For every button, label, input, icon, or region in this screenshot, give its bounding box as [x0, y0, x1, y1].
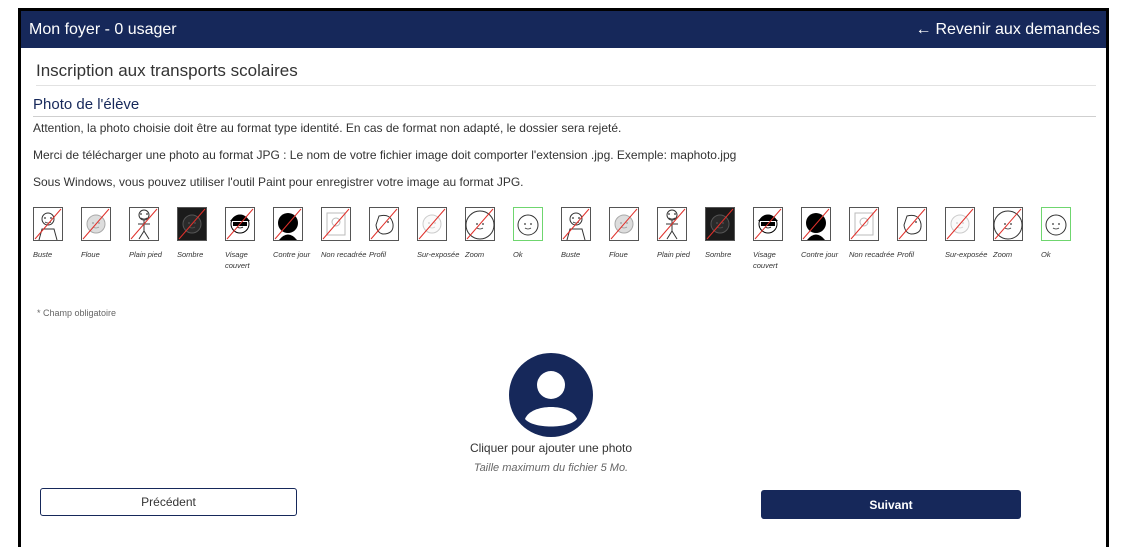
- photo-example-sombre-icon: [705, 207, 735, 241]
- photo-example-buste-icon: [561, 207, 591, 241]
- photo-example-couvert: Visage couvert: [225, 207, 273, 271]
- photo-example-label: Sombre: [705, 250, 732, 259]
- photo-example-plainpied-icon: [129, 207, 159, 241]
- photo-example-nonrecadree: Non recadrée: [849, 207, 897, 271]
- photo-example-label: Visage couvert: [753, 250, 778, 270]
- photo-example-surexposee-icon: [945, 207, 975, 241]
- section-title: Photo de l'élève: [33, 96, 1096, 117]
- photo-example-buste: Buste: [561, 207, 609, 271]
- jpg-instructions-text: Merci de télécharger une photo au format…: [33, 148, 737, 162]
- photo-example-contrejour-icon: [801, 207, 831, 241]
- photo-example-label: Plain pied: [657, 250, 690, 259]
- photo-example-plainpied-icon: [657, 207, 687, 241]
- photo-example-sombre: Sombre: [705, 207, 753, 271]
- photo-example-label: Ok: [513, 250, 523, 259]
- photo-example-surexposee-icon: [417, 207, 447, 241]
- upload-label: Cliquer pour ajouter une photo: [469, 441, 633, 455]
- photo-example-buste: Buste: [33, 207, 81, 271]
- photo-example-floue: Floue: [81, 207, 129, 271]
- photo-example-contrejour: Contre jour: [273, 207, 321, 271]
- arrow-left-icon: ←: [915, 20, 932, 38]
- photo-example-profil-icon: [897, 207, 927, 241]
- photo-example-floue-icon: [609, 207, 639, 241]
- photo-example-label: Ok: [1041, 250, 1051, 259]
- photo-example-label: Buste: [33, 250, 53, 259]
- photo-example-label: Sur-exposée: [417, 250, 460, 259]
- photo-example-profil: Profil: [369, 207, 417, 271]
- user-avatar-icon: [509, 353, 593, 437]
- upload-size-hint: Taille maximum du fichier 5 Mo.: [473, 462, 629, 474]
- photo-example-label: Zoom: [993, 250, 1013, 259]
- mandatory-note: * Champ obligatoire: [37, 308, 117, 318]
- photo-example-profil: Profil: [897, 207, 945, 271]
- photo-example-nonrecadree-icon: [321, 207, 351, 241]
- photo-example-label: Profil: [369, 250, 387, 259]
- previous-button[interactable]: Précédent: [40, 488, 297, 516]
- photo-example-surexposee: Sur-exposée: [417, 207, 465, 271]
- paint-tip-text: Sous Windows, vous pouvez utiliser l'out…: [33, 175, 524, 189]
- photo-example-label: Sombre: [177, 250, 204, 259]
- photo-example-ok-icon: [1041, 207, 1071, 241]
- photo-example-floue-icon: [81, 207, 111, 241]
- household-title: Mon foyer - 0 usager: [29, 20, 177, 38]
- photo-example-zoom-icon: [993, 207, 1023, 241]
- photo-example-label: Non recadrée: [849, 250, 895, 259]
- photo-example-zoom-icon: [465, 207, 495, 241]
- format-warning-text: Attention, la photo choisie doit être au…: [33, 121, 622, 135]
- photo-example-nonrecadree-icon: [849, 207, 879, 241]
- photo-example-zoom: Zoom: [465, 207, 513, 271]
- photo-example-plainpied: Plain pied: [129, 207, 177, 271]
- photo-example-label: Floue: [81, 250, 100, 259]
- photo-example-label: Contre jour: [273, 250, 311, 259]
- photo-example-surexposee: Sur-exposée: [945, 207, 993, 271]
- photo-upload-area[interactable]: Cliquer pour ajouter une photo Taille ma…: [451, 353, 651, 474]
- photo-example-label: Plain pied: [129, 250, 162, 259]
- app-frame: Mon foyer - 0 usager ← Revenir aux deman…: [18, 8, 1109, 547]
- photo-example-zoom: Zoom: [993, 207, 1041, 271]
- photo-example-ok-icon: [513, 207, 543, 241]
- photo-example-label: Sur-exposée: [945, 250, 988, 259]
- top-bar: Mon foyer - 0 usager ← Revenir aux deman…: [21, 11, 1106, 48]
- next-button[interactable]: Suivant: [761, 490, 1021, 519]
- photo-example-label: Floue: [609, 250, 628, 259]
- back-to-requests-link[interactable]: ← Revenir aux demandes: [915, 21, 1100, 39]
- photo-example-buste-icon: [33, 207, 63, 241]
- main-content: Inscription aux transports scolaires Pho…: [21, 61, 1106, 318]
- page-title: Inscription aux transports scolaires: [36, 61, 1096, 86]
- photo-example-profil-icon: [369, 207, 399, 241]
- photo-example-plainpied: Plain pied: [657, 207, 705, 271]
- back-label: Revenir aux demandes: [935, 20, 1100, 38]
- photo-examples-strip: Buste Floue Plain pied Sombre Visage couvert…: [33, 207, 1096, 271]
- photo-example-label: Profil: [897, 250, 915, 259]
- photo-example-sombre: Sombre: [177, 207, 225, 271]
- photo-example-contrejour: Contre jour: [801, 207, 849, 271]
- photo-example-ok: Ok: [1041, 207, 1089, 271]
- photo-example-contrejour-icon: [273, 207, 303, 241]
- photo-example-label: Contre jour: [801, 250, 839, 259]
- photo-example-ok: Ok: [513, 207, 561, 271]
- photo-example-couvert-icon: [225, 207, 255, 241]
- photo-example-couvert: Visage couvert: [753, 207, 801, 271]
- photo-example-couvert-icon: [753, 207, 783, 241]
- photo-example-nonrecadree: Non recadrée: [321, 207, 369, 271]
- photo-example-floue: Floue: [609, 207, 657, 271]
- photo-example-label: Zoom: [465, 250, 485, 259]
- photo-example-label: Non recadrée: [321, 250, 367, 259]
- photo-example-label: Buste: [561, 250, 581, 259]
- photo-example-sombre-icon: [177, 207, 207, 241]
- photo-example-label: Visage couvert: [225, 250, 250, 270]
